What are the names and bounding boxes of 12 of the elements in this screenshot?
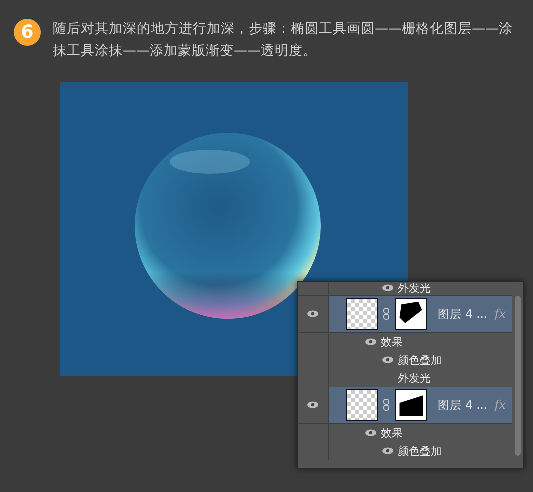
layer-row[interactable]: 图层 4 ... fx	[329, 387, 512, 423]
step-number-badge: 6	[14, 19, 41, 46]
layer-name[interactable]: 图层 4 ...	[438, 398, 488, 412]
layer-name[interactable]: 图层 4 ...	[438, 306, 488, 322]
effect-label[interactable]: 颜色叠加	[398, 444, 442, 458]
effect-label[interactable]: 外发光	[398, 282, 431, 296]
effect-label[interactable]: 效果	[381, 334, 403, 350]
step-instruction: 随后对其加深的地方进行加深，步骤：椭圆工具画圆——栅格化图层——涂抹工具涂抹——添加蒙版渐变——透明度。	[53, 20, 514, 61]
effect-label[interactable]: 效果	[381, 426, 403, 440]
effect-label[interactable]: 外发光	[398, 370, 431, 386]
layer-row[interactable]: 图层 4 ... fx	[329, 296, 512, 332]
effect-label[interactable]: 颜色叠加	[398, 352, 442, 368]
